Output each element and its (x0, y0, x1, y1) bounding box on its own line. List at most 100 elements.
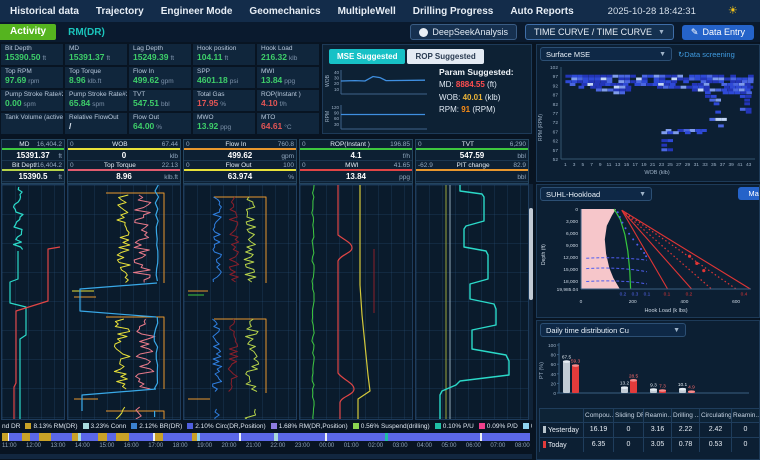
track-chart-5 (415, 184, 529, 420)
tab-activity[interactable]: Activity (0, 24, 56, 40)
time-tick: 06:00 (466, 443, 481, 449)
metric-value: 4.10f/h (261, 98, 315, 108)
svg-text:21: 21 (650, 162, 656, 168)
timeline-segment (98, 433, 107, 441)
legend-0-10-p-u[interactable]: 0.10% P/U (435, 423, 474, 430)
series-marker (543, 426, 546, 433)
table-row-yesterday: Yesterday16.1903.162.222.420 (539, 422, 759, 437)
data-entry-button[interactable]: ✎ Data Entry (682, 25, 754, 40)
curve-scale: 0MWI41.65 (300, 161, 412, 171)
svg-text:3,000: 3,000 (566, 219, 578, 225)
nav-drilling-progress[interactable]: Drilling Progress (413, 6, 494, 17)
legend-0-09[interactable]: 0.09% (523, 423, 532, 430)
track-headers: MD16,404.215391.37ftBit Depth16,404.2153… (1, 139, 529, 184)
svg-text:0.4: 0.4 (741, 292, 748, 298)
svg-text:15: 15 (624, 162, 630, 168)
manual-button[interactable]: Man (738, 187, 760, 200)
metric-label: Top Torque (69, 68, 123, 75)
legend-8-13-rm-dr[interactable]: 8.13% RM(DR) (25, 423, 77, 430)
deepseek-analysis-button[interactable]: DeepSeekAnalysis (410, 24, 517, 40)
legend-swatch (25, 423, 31, 429)
metric-label: Tank Volume (active) (5, 114, 59, 121)
table-row-today: Today6.3503.050.780.530 (539, 437, 759, 452)
legend-1-68-rm-dr-position[interactable]: 1.68% RM(DR,Position) (271, 423, 348, 430)
svg-text:82: 82 (553, 102, 559, 108)
metric-rop-instant: ROP(Instant )4.10f/h (257, 90, 319, 111)
right-panel: Surface MSE▼ ↻Data screening 10297928782… (536, 42, 760, 460)
table-header-cell: Compou... (583, 409, 613, 422)
svg-text:18,000: 18,000 (563, 279, 578, 285)
track-chart-1 (1, 184, 65, 420)
svg-text:33: 33 (702, 162, 708, 168)
nav-multiplewell[interactable]: MultipleWell (338, 6, 396, 17)
track-header-tvt: 0TVT6,290547.59bbl-62.9PIT change82.9bbl (415, 139, 529, 184)
legend-0-09-p-d[interactable]: 0.09% P/D (479, 423, 518, 430)
svg-text:29: 29 (685, 162, 691, 168)
nav-auto-reports[interactable]: Auto Reports (510, 6, 573, 17)
curve-scale: 0TVT6,290 (416, 140, 528, 150)
tab-rop-suggested[interactable]: ROP Suggested (407, 49, 483, 64)
nav-historical-data[interactable]: Historical data (10, 6, 79, 17)
daily-time-select[interactable]: Daily time distribution Cu▼ (540, 323, 686, 337)
metric-label: MD (69, 45, 123, 52)
curve-value: bbl (416, 171, 528, 182)
metric-label: Lag Depth (133, 45, 187, 52)
activity-timeline-strip (2, 433, 530, 441)
sun-icon[interactable]: ☀ (728, 6, 738, 17)
metric-pump-stroke-rate-2: Pump Stroke Rate#20.00spm (1, 90, 63, 111)
legend-3-23-conn[interactable]: 3.23% Conn (83, 423, 127, 430)
svg-text:600: 600 (732, 299, 740, 305)
legend-2-12-br-dr[interactable]: 2.12% BR(DR) (131, 423, 182, 430)
table-header-cell: Sliding DR (613, 409, 643, 422)
svg-text:PT (%): PT (%) (539, 362, 545, 379)
series-marker (543, 441, 546, 448)
svg-text:25: 25 (667, 162, 673, 168)
tab-mse-suggested[interactable]: MSE Suggested (329, 49, 405, 64)
metric-value: 15390.50ft (5, 52, 59, 62)
scrollbar-thumb[interactable] (529, 208, 533, 300)
time-curve-select[interactable]: TIME CURVE / TIME CURVE ▼ (525, 24, 674, 40)
legend-0-56-suspend-drilling[interactable]: 0.56% Suspend(drilling) (353, 423, 430, 430)
time-tick: 15:00 (99, 443, 114, 449)
legend-2-10-circ-dr-position[interactable]: 2.10% Circ(DR,Position) (187, 423, 265, 430)
metric-label: Hook position (197, 45, 251, 52)
table-header-cell: Reamin... (731, 409, 759, 422)
legend-nd-dr[interactable]: nd DR (2, 423, 20, 430)
svg-text:60: 60 (551, 362, 557, 368)
table-header-cell: Drilling ... (671, 409, 699, 422)
chevron-down-icon: ▼ (639, 191, 646, 198)
timeline-segment (278, 433, 325, 441)
metric-value: 8.96klb.ft (69, 75, 123, 85)
suhl-hookload-select[interactable]: SUHL-Hookload▼ (540, 187, 652, 201)
svg-text:WOB: WOB (325, 74, 331, 87)
svg-text:9,000: 9,000 (566, 243, 578, 249)
nav-engineer-mode[interactable]: Engineer Mode (161, 6, 233, 17)
track-header-md: MD16,404.215391.37ftBit Depth16,404.2153… (1, 139, 65, 184)
svg-text:20: 20 (551, 381, 557, 387)
curve-value: 8.96klb.ft (68, 171, 180, 182)
nav-geomechanics[interactable]: Geomechanics (249, 6, 320, 17)
metric-value: 499.62gpm (133, 75, 187, 85)
nav-trajectory[interactable]: Trajectory (96, 6, 144, 17)
timeline-segment (482, 433, 530, 441)
surface-mse-select[interactable]: Surface MSE▼ (540, 47, 672, 61)
activity-legend: nd DR 8.13% RM(DR) 3.23% Conn 2.12% BR(DR) 2… (2, 422, 532, 431)
metric-label: ROP(Instant ) (261, 91, 315, 98)
legend-swatch (523, 423, 529, 429)
tab-rm-dr[interactable]: RM(DR) (68, 27, 105, 38)
metric-value: 15249.39ft (133, 52, 187, 62)
curve-scale: -62.9PIT change82.9 (416, 161, 528, 171)
table-header-cell: Reamin... (643, 409, 671, 422)
curve-value: 15391.37ft (2, 150, 64, 161)
hookload-chart: 03,0006,0009,00012,00015,00018,00019,985… (537, 203, 759, 318)
legend-swatch (353, 423, 359, 429)
suggested-md: MD: 8884.55 (ft) (439, 80, 531, 89)
metric-mwi: MWI13.84ppg (257, 67, 319, 88)
svg-text:11: 11 (607, 162, 612, 168)
tracks-scrollbar[interactable] (529, 184, 533, 420)
data-screening-link[interactable]: ↻Data screening (678, 50, 735, 59)
row-label: Yesterday (539, 423, 583, 437)
curve-scale: 0WOB67.44 (68, 140, 180, 150)
svg-text:87: 87 (553, 93, 559, 99)
time-tick: 08:00 (515, 443, 530, 449)
